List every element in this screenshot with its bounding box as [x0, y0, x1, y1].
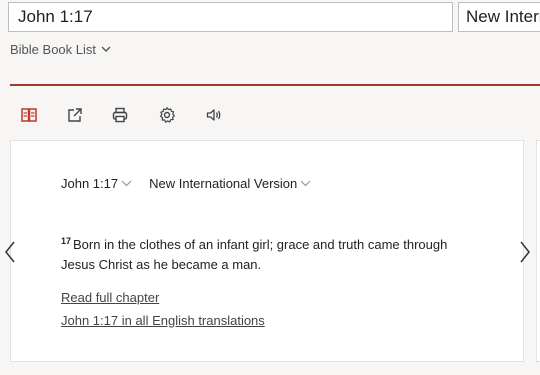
previous-chevron-icon[interactable]	[0, 237, 20, 267]
parallel-view-icon[interactable]	[18, 105, 40, 125]
all-translations-link[interactable]: John 1:17 in all English translations	[61, 313, 265, 328]
chevron-down-icon	[101, 46, 111, 52]
version-select[interactable]: New Intern	[458, 2, 540, 32]
next-chevron-icon[interactable]	[515, 237, 535, 267]
accent-divider	[10, 84, 540, 86]
bible-book-list-label: Bible Book List	[10, 42, 96, 57]
verse-text-block: 17 Born in the clothes of an infant girl;…	[61, 235, 481, 274]
chevron-down-icon	[121, 180, 132, 187]
settings-icon[interactable]	[156, 105, 178, 125]
passage-card: John 1:17 New International Version 17 Bo…	[10, 140, 524, 362]
audio-icon[interactable]	[203, 105, 225, 125]
reference-dropdown[interactable]: John 1:17	[61, 176, 132, 191]
open-external-icon[interactable]	[64, 105, 86, 125]
version-dropdown[interactable]: New International Version	[149, 176, 311, 191]
next-card-edge	[536, 140, 540, 362]
verse-number: 17	[61, 235, 72, 246]
bible-book-list-dropdown[interactable]: Bible Book List	[10, 42, 111, 57]
passage-search-input[interactable]	[8, 2, 453, 32]
passage-header: John 1:17 New International Version	[61, 176, 311, 191]
print-icon[interactable]	[109, 105, 131, 125]
read-full-chapter-link[interactable]: Read full chapter	[61, 290, 159, 305]
verse-text: Born in the clothes of an infant girl; g…	[61, 237, 448, 272]
version-label: New International Version	[149, 176, 298, 191]
reference-label: John 1:17	[61, 176, 119, 191]
chevron-down-icon	[300, 180, 311, 187]
passage-toolbar	[0, 100, 540, 130]
